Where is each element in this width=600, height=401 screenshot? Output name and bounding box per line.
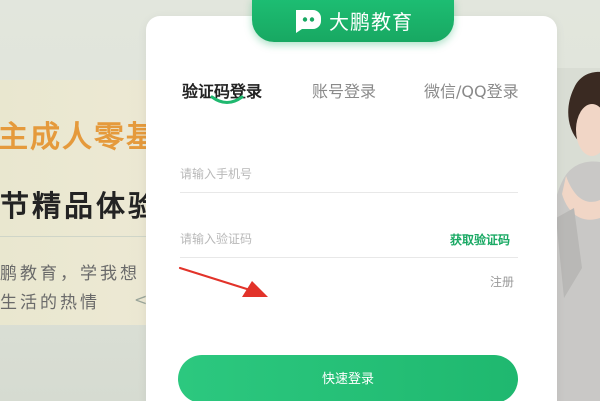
get-code-button[interactable]: 获取验证码 bbox=[450, 231, 510, 248]
background-body-line-2: 生活的热情 bbox=[0, 293, 100, 313]
dp-chat-logo-icon bbox=[296, 10, 321, 33]
background-subheadline: 节精品体验 bbox=[0, 189, 161, 223]
tab-wechat-qq-login[interactable]: 微信/QQ登录 bbox=[424, 78, 519, 102]
login-card bbox=[146, 16, 557, 401]
background-body-line-1: 鹏教育，学我想 bbox=[0, 264, 140, 284]
code-field-underline bbox=[180, 257, 518, 258]
active-tab-indicator bbox=[210, 95, 244, 104]
presenter-photo bbox=[552, 68, 600, 401]
quick-login-button[interactable]: 快速登录 bbox=[178, 355, 518, 401]
background-headline: 主成人零基 bbox=[0, 120, 158, 155]
login-page: 主成人零基 节精品体验 鹏教育，学我想 生活的热情 < 大鹏教育 验证码登录 账… bbox=[0, 0, 600, 401]
tab-account-login[interactable]: 账号登录 bbox=[312, 78, 376, 102]
verification-code-input[interactable] bbox=[180, 221, 440, 257]
brand-name: 大鹏教育 bbox=[329, 9, 413, 34]
brand-logo: 大鹏教育 bbox=[252, 0, 454, 42]
phone-input[interactable] bbox=[180, 156, 518, 193]
red-pointer-arrow-icon bbox=[178, 266, 268, 297]
register-link[interactable]: 注册 bbox=[490, 273, 514, 290]
